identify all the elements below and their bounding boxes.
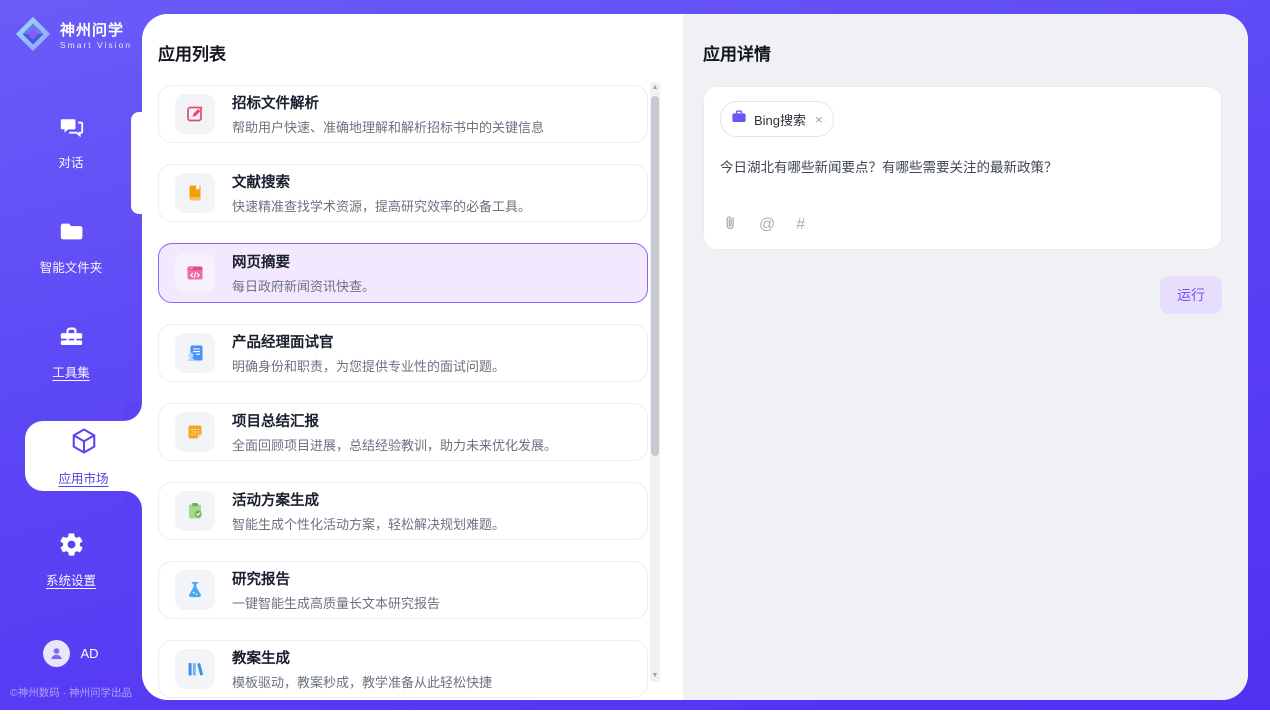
app-card-pm-interviewer[interactable]: 产品经理面试官 明确身份和职责，为您提供专业性的面试问题。 (158, 324, 648, 382)
app-card-description: 一键智能生成高质量长文本研究报告 (232, 593, 440, 612)
interviewer-icon (175, 333, 215, 373)
app-card-title: 招标文件解析 (232, 92, 544, 113)
prompt-card: Bing搜索 × 今日湖北有哪些新闻要点？有哪些需要关注的最新政策？ @ # (703, 86, 1222, 250)
sidebar-item-smart-folder[interactable]: 智能文件夹 (0, 211, 142, 283)
app-card-research-report[interactable]: 研究报告 一键智能生成高质量长文本研究报告 (158, 561, 648, 619)
app-card-title: 活动方案生成 (232, 489, 505, 510)
brand-logo: 神州问学 Smart Vision (0, 0, 142, 58)
brand-subtitle: Smart Vision (60, 41, 132, 50)
app-detail-panel: 应用详情 Bing搜索 × 今日湖北有哪些新闻要点？有哪些需要关注的最新政策？ (683, 14, 1248, 700)
app-detail-title: 应用详情 (703, 40, 1222, 62)
toolbox-icon (58, 323, 85, 355)
app-list-title: 应用列表 (158, 40, 683, 62)
sidebar-item-label: 对话 (58, 152, 83, 171)
sidebar-item-toolset[interactable]: 工具集 (0, 316, 142, 388)
scrollbar-thumb[interactable] (651, 96, 659, 456)
app-card-list: 招标文件解析 帮助用户快速、准确地理解和解析招标书中的关键信息 文献搜索 (158, 85, 648, 698)
app-card-project-summary[interactable]: 项目总结汇报 全面回顾项目进展，总结经验教训，助力未来优化发展。 (158, 403, 648, 461)
app-card-title: 产品经理面试官 (232, 331, 505, 352)
mention-icon[interactable]: @ (759, 216, 775, 234)
sidebar-item-label: 智能文件夹 (40, 257, 103, 276)
sidebar-nav: 对话 智能文件夹 (0, 106, 142, 596)
hash-icon[interactable]: # (796, 216, 805, 234)
attachment-toolbar: @ # (721, 214, 805, 236)
diamond-logo-icon (14, 15, 52, 58)
chat-icon (58, 113, 85, 145)
tool-tag-label: Bing搜索 (754, 110, 806, 129)
app-card-title: 网页摘要 (232, 251, 375, 272)
sidebar: 神州问学 Smart Vision 对话 (0, 0, 142, 710)
list-scrollbar[interactable]: ▲ ▼ (650, 82, 660, 682)
user-name: AD (80, 646, 98, 661)
app-card-description: 快速精准查找学术资源，提高研究效率的必备工具。 (232, 196, 531, 215)
brand-name: 神州问学 (60, 23, 132, 40)
app-card-description: 每日政府新闻资讯快查。 (232, 276, 375, 295)
sidebar-item-label: 工具集 (52, 362, 90, 381)
app-card-title: 项目总结汇报 (232, 410, 557, 431)
app-card-description: 智能生成个性化活动方案，轻松解决规划难题。 (232, 514, 505, 533)
webpage-icon (175, 253, 215, 293)
app-card-title: 文献搜索 (232, 171, 531, 192)
folder-icon (58, 218, 85, 250)
app-card-description: 模板驱动，教案秒成，教学准备从此轻松快捷 (232, 672, 492, 691)
user-account[interactable]: AD (0, 640, 142, 667)
app-card-literature-search[interactable]: 文献搜索 快速精准查找学术资源，提高研究效率的必备工具。 (158, 164, 648, 222)
sidebar-item-chat[interactable]: 对话 (0, 106, 142, 178)
sidebar-item-label: 应用市场 (58, 468, 108, 487)
cube-icon (69, 426, 99, 461)
sidebar-item-label: 系统设置 (46, 570, 96, 589)
activity-plan-icon (175, 491, 215, 531)
app-card-lesson-plan[interactable]: 教案生成 模板驱动，教案秒成，教学准备从此轻松快捷 (158, 640, 648, 698)
research-flask-icon (175, 570, 215, 610)
copyright-text: ©神州数码 · 神州问学出品 (0, 685, 142, 700)
app-card-bid-analysis[interactable]: 招标文件解析 帮助用户快速、准确地理解和解析招标书中的关键信息 (158, 85, 648, 143)
avatar (43, 640, 70, 667)
bid-document-icon (175, 94, 215, 134)
app-card-title: 研究报告 (232, 568, 440, 589)
summary-note-icon (175, 412, 215, 452)
teaching-books-icon (175, 649, 215, 689)
app-list-panel: 应用列表 招标文件解析 帮助用户快速、准确地理解和解析招标书中的关键信息 (142, 14, 683, 700)
app-card-description: 帮助用户快速、准确地理解和解析招标书中的关键信息 (232, 117, 544, 136)
prompt-input[interactable]: 今日湖北有哪些新闻要点？有哪些需要关注的最新政策？ (720, 156, 1205, 176)
briefcase-icon (731, 109, 747, 129)
close-icon[interactable]: × (815, 112, 823, 127)
main-window: 应用列表 招标文件解析 帮助用户快速、准确地理解和解析招标书中的关键信息 (142, 14, 1248, 700)
run-button[interactable]: 运行 (1160, 276, 1222, 314)
sidebar-item-settings[interactable]: 系统设置 (0, 524, 142, 596)
paperclip-icon[interactable] (721, 214, 738, 236)
tool-tag-bing-search[interactable]: Bing搜索 × (720, 101, 834, 137)
sidebar-collapse-handle[interactable] (131, 112, 142, 214)
sidebar-item-app-market[interactable]: 应用市场 (25, 421, 142, 491)
scroll-down-icon[interactable]: ▼ (652, 670, 659, 682)
literature-book-icon (175, 173, 215, 213)
gear-icon (58, 531, 85, 563)
scroll-up-icon[interactable]: ▲ (652, 82, 659, 94)
app-card-activity-plan[interactable]: 活动方案生成 智能生成个性化活动方案，轻松解决规划难题。 (158, 482, 648, 540)
app-card-description: 明确身份和职责，为您提供专业性的面试问题。 (232, 356, 505, 375)
app-card-description: 全面回顾项目进展，总结经验教训，助力未来优化发展。 (232, 435, 557, 454)
app-frame: 神州问学 Smart Vision 对话 (0, 0, 1270, 710)
app-card-web-summary[interactable]: 网页摘要 每日政府新闻资讯快查。 (158, 243, 648, 303)
app-card-title: 教案生成 (232, 647, 492, 668)
